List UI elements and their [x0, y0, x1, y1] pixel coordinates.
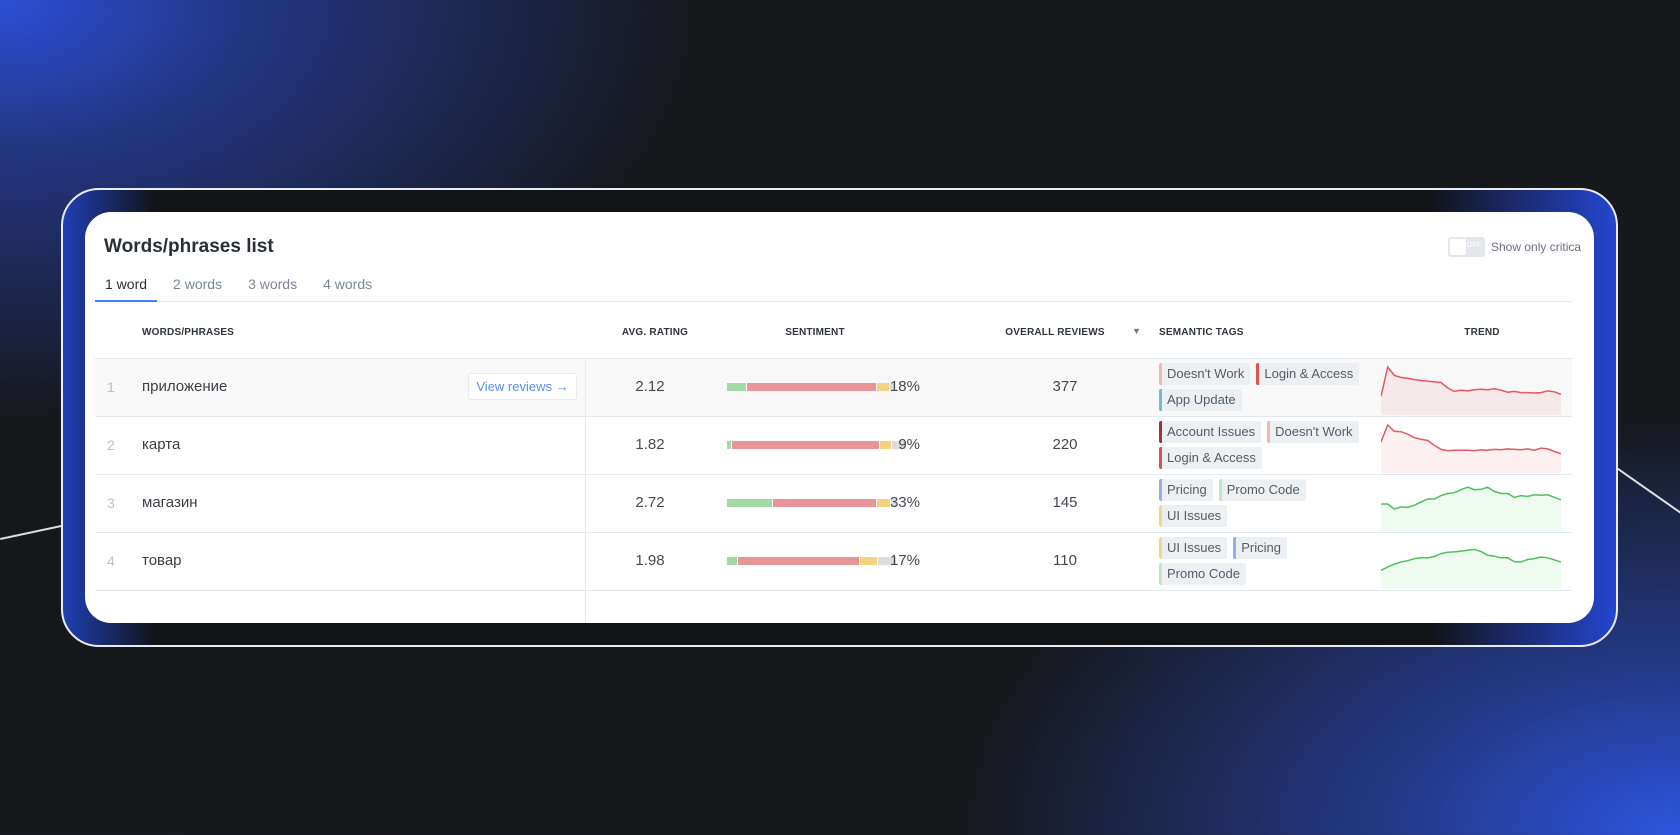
semantic-tag[interactable]: Doesn't Work	[1267, 421, 1359, 443]
overall-reviews: 220	[1052, 436, 1078, 453]
sentiment-percent: 9%	[898, 436, 920, 453]
show-only-critical-toggle[interactable]: OFF	[1448, 237, 1485, 257]
row-number: 1	[107, 379, 115, 395]
semantic-tag[interactable]: Login & Access	[1256, 363, 1360, 385]
sentiment-neutral-segment	[860, 557, 877, 565]
row-number: 2	[107, 437, 115, 453]
tab-3-words[interactable]: 3 words	[238, 274, 307, 302]
semantic-tags: Doesn't Work Login & Access App Update	[1159, 363, 1369, 411]
semantic-tag[interactable]: App Update	[1159, 389, 1242, 411]
header-avg-rating[interactable]: AVG. RATING	[605, 327, 705, 338]
avg-rating: 1.82	[635, 436, 665, 453]
row-number: 3	[107, 495, 115, 511]
tab-2-words[interactable]: 2 words	[163, 274, 232, 302]
column-divider	[585, 359, 586, 417]
table-row[interactable]: 4 товар 1.98 17% 110 UI Issues Pricing Pro…	[95, 532, 1572, 591]
semantic-tag[interactable]: Login & Access	[1159, 447, 1262, 469]
word-text[interactable]: карта	[142, 436, 180, 453]
trend-area	[1381, 487, 1561, 531]
overall-reviews: 145	[1052, 494, 1078, 511]
header-sentiment[interactable]: SENTIMENT	[765, 327, 865, 338]
sentiment-positive-segment	[727, 499, 773, 507]
word-text[interactable]: приложение	[142, 378, 227, 395]
sentiment-bar	[727, 557, 897, 565]
semantic-tag[interactable]: UI Issues	[1159, 505, 1228, 527]
sentiment-percent: 17%	[889, 552, 920, 569]
overall-reviews: 110	[1053, 552, 1077, 569]
sentiment-positive-segment	[727, 441, 731, 449]
table-row[interactable]: 1 приложение View reviews → 2.12 18% 377 …	[95, 358, 1572, 417]
sentiment-negative-segment	[731, 441, 880, 449]
trend-area	[1381, 549, 1561, 589]
sentiment-negative-segment	[746, 383, 876, 391]
header-overall-reviews[interactable]: OVERALL REVIEWS	[985, 327, 1125, 338]
overall-reviews: 377	[1052, 378, 1078, 395]
semantic-tag[interactable]: Doesn't Work	[1159, 363, 1251, 385]
decorative-line-left	[0, 524, 65, 540]
toggle-knob	[1450, 239, 1466, 255]
sentiment-positive-segment	[727, 557, 738, 565]
semantic-tag[interactable]: Pricing	[1233, 537, 1287, 559]
sentiment-positive-segment	[727, 383, 746, 391]
sentiment-bar	[727, 383, 896, 391]
sentiment-percent: 33%	[889, 494, 920, 511]
semantic-tag[interactable]: UI Issues	[1159, 537, 1228, 559]
header-trend[interactable]: TREND	[1432, 327, 1532, 338]
column-divider	[585, 417, 586, 475]
header-semantic-tags[interactable]: SEMANTIC TAGS	[1159, 327, 1244, 338]
row-number: 4	[107, 553, 115, 569]
column-divider	[585, 475, 586, 533]
sentiment-negative-segment	[773, 499, 876, 507]
avg-rating: 2.12	[635, 378, 665, 395]
header-words[interactable]: WORDS/PHRASES	[142, 327, 234, 338]
trend-area	[1381, 425, 1561, 473]
view-reviews-button[interactable]: View reviews →	[468, 373, 577, 400]
column-divider	[585, 533, 586, 591]
word-text[interactable]: магазин	[142, 494, 198, 511]
trend-sparkline	[1381, 423, 1561, 473]
sentiment-negative-segment	[738, 557, 860, 565]
semantic-tag[interactable]: Pricing	[1159, 479, 1213, 501]
toggle-label: Show only critica	[1491, 240, 1582, 254]
avg-rating: 2.72	[635, 494, 665, 511]
word-count-tabs: 1 word 2 words 3 words 4 words	[95, 274, 1572, 302]
decorative-line-right	[1616, 467, 1680, 520]
word-text[interactable]: товар	[142, 552, 182, 569]
trend-sparkline	[1381, 365, 1561, 415]
table-row-partial	[95, 590, 1572, 623]
table-row[interactable]: 2 карта 1.82 9% 220 Account Issues Doesn'…	[95, 416, 1572, 475]
words-phrases-panel: Words/phrases list OFF Show only critica…	[85, 212, 1594, 623]
sort-desc-icon[interactable]: ▼	[1132, 326, 1141, 336]
semantic-tag[interactable]: Promo Code	[1218, 479, 1306, 501]
semantic-tags: Account Issues Doesn't Work Login & Access	[1159, 421, 1369, 469]
semantic-tag[interactable]: Promo Code	[1159, 563, 1246, 585]
tab-1-word[interactable]: 1 word	[95, 274, 158, 302]
sentiment-bar	[727, 499, 897, 507]
sentiment-percent: 18%	[889, 378, 920, 395]
panel-title: Words/phrases list	[104, 236, 274, 257]
trend-sparkline	[1381, 486, 1561, 531]
avg-rating: 1.98	[635, 552, 665, 569]
trend-sparkline	[1381, 548, 1561, 589]
semantic-tag[interactable]: Account Issues	[1159, 421, 1262, 443]
semantic-tags: UI Issues Pricing Promo Code	[1159, 537, 1369, 585]
toggle-state: OFF	[1467, 242, 1481, 249]
tab-4-words[interactable]: 4 words	[313, 274, 382, 302]
semantic-tags: Pricing Promo Code UI Issues	[1159, 479, 1369, 527]
table-row[interactable]: 3 магазин 2.72 33% 145 Pricing Promo Code…	[95, 474, 1572, 533]
